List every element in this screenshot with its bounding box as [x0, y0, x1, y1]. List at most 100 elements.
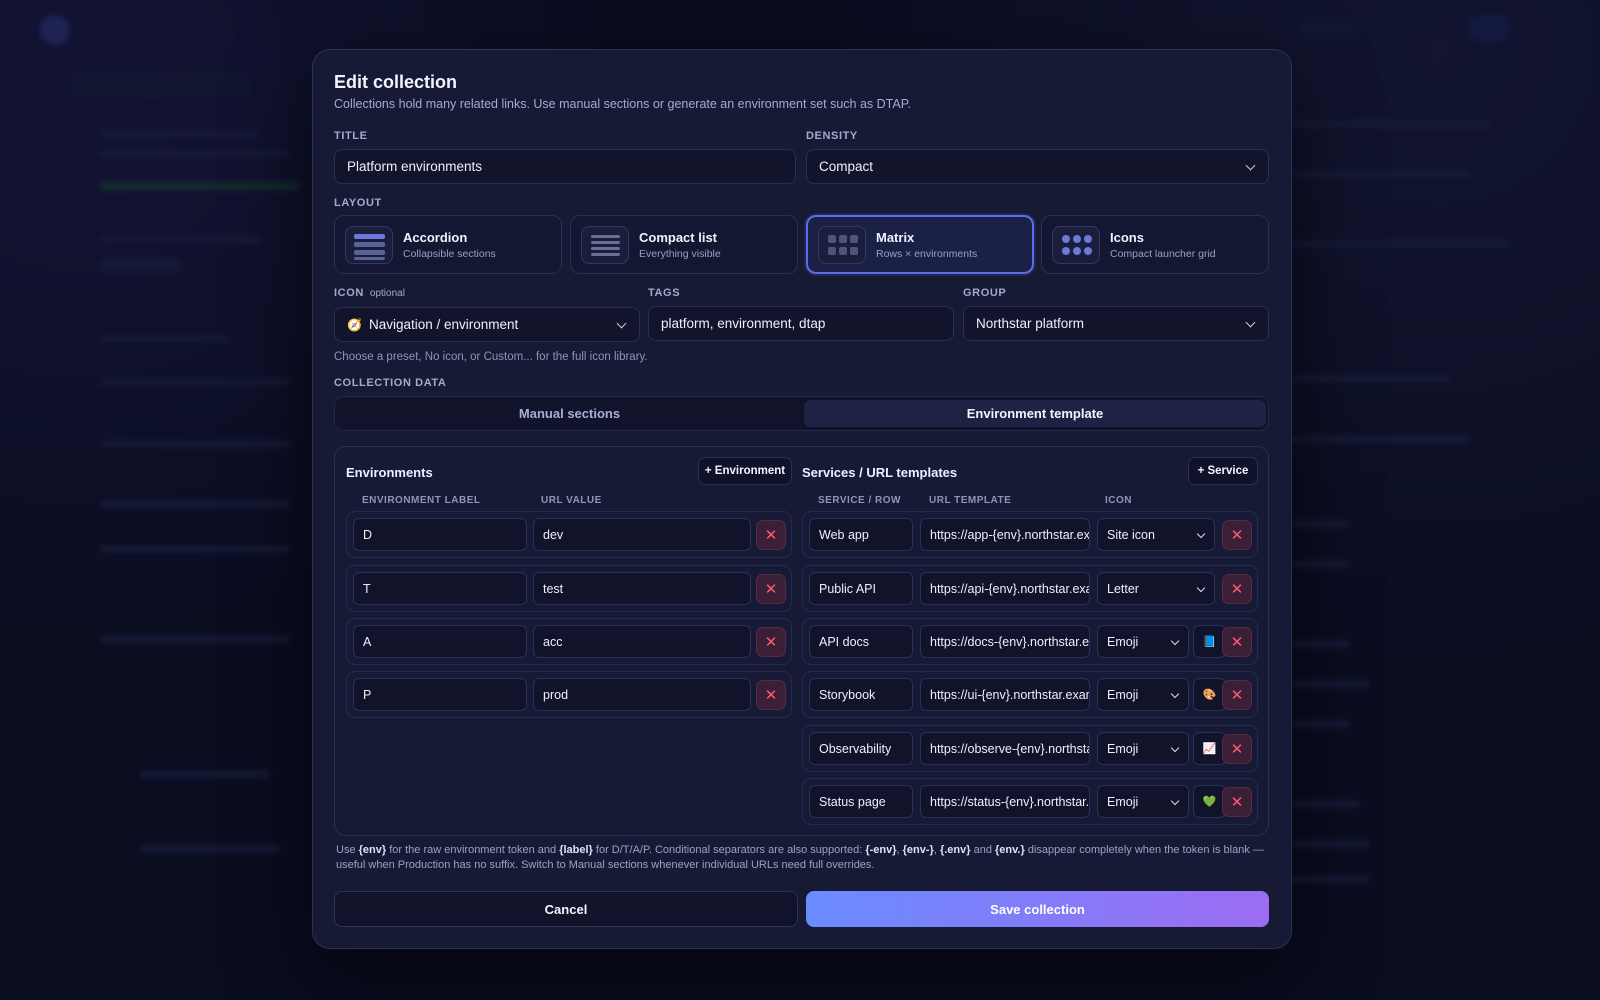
title-input[interactable]: Platform environments	[334, 149, 796, 184]
add-service-button[interactable]: + Service	[1188, 457, 1258, 485]
layout-option-icons[interactable]: Icons Compact launcher grid	[1041, 215, 1269, 274]
url-template-input[interactable]: https://observe-{env}.northstar.example	[920, 732, 1090, 765]
layout-option-title: Accordion	[403, 229, 468, 245]
chevron-down-icon	[1245, 317, 1256, 328]
environments-heading: Environments	[346, 465, 433, 480]
col-environment-label: ENVIRONMENT LABEL	[362, 495, 481, 506]
close-icon[interactable]: ✕	[1222, 574, 1252, 604]
layout-option-title: Compact list	[639, 229, 718, 245]
icon-type-select[interactable]: Emoji	[1097, 625, 1189, 658]
service-row: Public API https://api-{env}.northstar.e…	[802, 565, 1258, 612]
service-name-input[interactable]: Status page	[809, 785, 913, 818]
layout-option-subtitle: Everything visible	[639, 247, 721, 260]
layout-option-matrix[interactable]: Matrix Rows × environments	[806, 215, 1034, 274]
cancel-button[interactable]: Cancel	[334, 891, 798, 927]
save-collection-button[interactable]: Save collection	[806, 891, 1269, 927]
group-select[interactable]: Northstar platform	[963, 306, 1269, 341]
density-label: DENSITY	[806, 130, 858, 142]
url-template-input[interactable]: https://ui-{env}.northstar.example	[920, 678, 1090, 711]
close-icon[interactable]: ✕	[1222, 520, 1252, 550]
matrix-layout-icon	[818, 225, 866, 264]
icon-optional-label: optional	[369, 288, 405, 299]
close-icon[interactable]: ✕	[756, 574, 786, 604]
icon-type-select[interactable]: Emoji	[1097, 732, 1189, 765]
service-row: Storybook https://ui-{env}.northstar.exa…	[802, 671, 1258, 718]
environment-label-input[interactable]: A	[353, 625, 527, 658]
url-template-input[interactable]: https://app-{env}.northstar.example	[920, 518, 1090, 551]
chevron-down-icon	[1170, 796, 1180, 806]
close-icon[interactable]: ✕	[1222, 680, 1252, 710]
collection-data-label: COLLECTION DATA	[334, 377, 447, 389]
close-icon[interactable]: ✕	[756, 680, 786, 710]
chevron-down-icon	[616, 318, 627, 329]
collection-data-tabs: Manual sections Environment template	[334, 396, 1269, 431]
col-icon: ICON	[1105, 495, 1132, 506]
tab-manual-sections[interactable]: Manual sections	[338, 400, 801, 427]
layout-option-subtitle: Collapsible sections	[403, 247, 496, 260]
service-name-input[interactable]: API docs	[809, 625, 913, 658]
close-icon[interactable]: ✕	[1222, 787, 1252, 817]
col-url-template: URL TEMPLATE	[929, 495, 1012, 506]
environment-value-input[interactable]: acc	[533, 625, 751, 658]
environment-value-input[interactable]: test	[533, 572, 751, 605]
chevron-down-icon	[1170, 689, 1180, 699]
icon-label: ICON optional	[334, 287, 405, 299]
service-name-input[interactable]: Observability	[809, 732, 913, 765]
modal-title: Edit collection	[334, 72, 458, 92]
environment-value-input[interactable]: prod	[533, 678, 751, 711]
title-label: TITLE	[334, 130, 368, 142]
url-template-input[interactable]: https://api-{env}.northstar.example	[920, 572, 1090, 605]
template-help-note: Use {env} for the raw environment token …	[336, 844, 1264, 871]
environment-row: A acc ✕	[346, 618, 792, 665]
close-icon[interactable]: ✕	[1222, 734, 1252, 764]
modal-subtitle: Collections hold many related links. Use…	[334, 97, 911, 111]
services-heading: Services / URL templates	[802, 465, 958, 480]
url-template-input[interactable]: https://docs-{env}.northstar.example	[920, 625, 1090, 658]
service-name-input[interactable]: Web app	[809, 518, 913, 551]
environment-value-input[interactable]: dev	[533, 518, 751, 551]
tags-label: TAGS	[648, 287, 681, 299]
service-name-input[interactable]: Storybook	[809, 678, 913, 711]
chevron-down-icon	[1170, 743, 1180, 753]
add-environment-button[interactable]: + Environment	[698, 457, 792, 485]
icon-value: Navigation / environment	[368, 317, 519, 332]
layout-option-subtitle: Compact launcher grid	[1110, 247, 1216, 260]
list-layout-icon	[581, 225, 629, 264]
layout-option-subtitle: Rows × environments	[876, 247, 978, 260]
chevron-down-icon	[1196, 583, 1206, 593]
icon-hint: Choose a preset, No icon, or Custom... f…	[334, 351, 648, 363]
environment-label-input[interactable]: D	[353, 518, 527, 551]
environment-row: P prod ✕	[346, 671, 792, 718]
environment-label-input[interactable]: P	[353, 678, 527, 711]
service-row: Observability https://observe-{env}.nort…	[802, 725, 1258, 772]
icon-select[interactable]: 🧭 Navigation / environment	[334, 307, 640, 342]
environment-label-input[interactable]: T	[353, 572, 527, 605]
layout-option-compact-list[interactable]: Compact list Everything visible	[570, 215, 798, 274]
icon-type-select[interactable]: Emoji	[1097, 785, 1189, 818]
service-row: Web app https://app-{env}.northstar.exam…	[802, 511, 1258, 558]
service-row: Status page https://status-{env}.northst…	[802, 778, 1258, 825]
layout-option-title: Icons	[1110, 229, 1144, 245]
tags-input[interactable]: platform, environment, dtap	[648, 306, 954, 341]
icon-type-select[interactable]: Emoji	[1097, 678, 1189, 711]
environment-row: T test ✕	[346, 565, 792, 612]
close-icon[interactable]: ✕	[1222, 627, 1252, 657]
density-select[interactable]: Compact	[806, 149, 1269, 184]
service-row: API docs https://docs-{env}.northstar.ex…	[802, 618, 1258, 665]
accordion-layout-icon	[345, 225, 393, 264]
tab-environment-template[interactable]: Environment template	[804, 400, 1266, 427]
icon-type-select[interactable]: Site icon	[1097, 518, 1215, 551]
layout-option-accordion[interactable]: Accordion Collapsible sections	[334, 215, 562, 274]
group-value: Northstar platform	[976, 316, 1085, 331]
compass-icon: 🧭	[347, 317, 362, 332]
service-name-input[interactable]: Public API	[809, 572, 913, 605]
layout-option-title: Matrix	[876, 229, 915, 245]
col-service-row: SERVICE / ROW	[818, 495, 901, 506]
close-icon[interactable]: ✕	[756, 520, 786, 550]
icons-layout-icon	[1052, 225, 1100, 264]
chevron-down-icon	[1196, 529, 1206, 539]
url-template-input[interactable]: https://status-{env}.northstar.example	[920, 785, 1090, 818]
col-url-value: URL VALUE	[541, 495, 602, 506]
icon-type-select[interactable]: Letter	[1097, 572, 1215, 605]
close-icon[interactable]: ✕	[756, 627, 786, 657]
